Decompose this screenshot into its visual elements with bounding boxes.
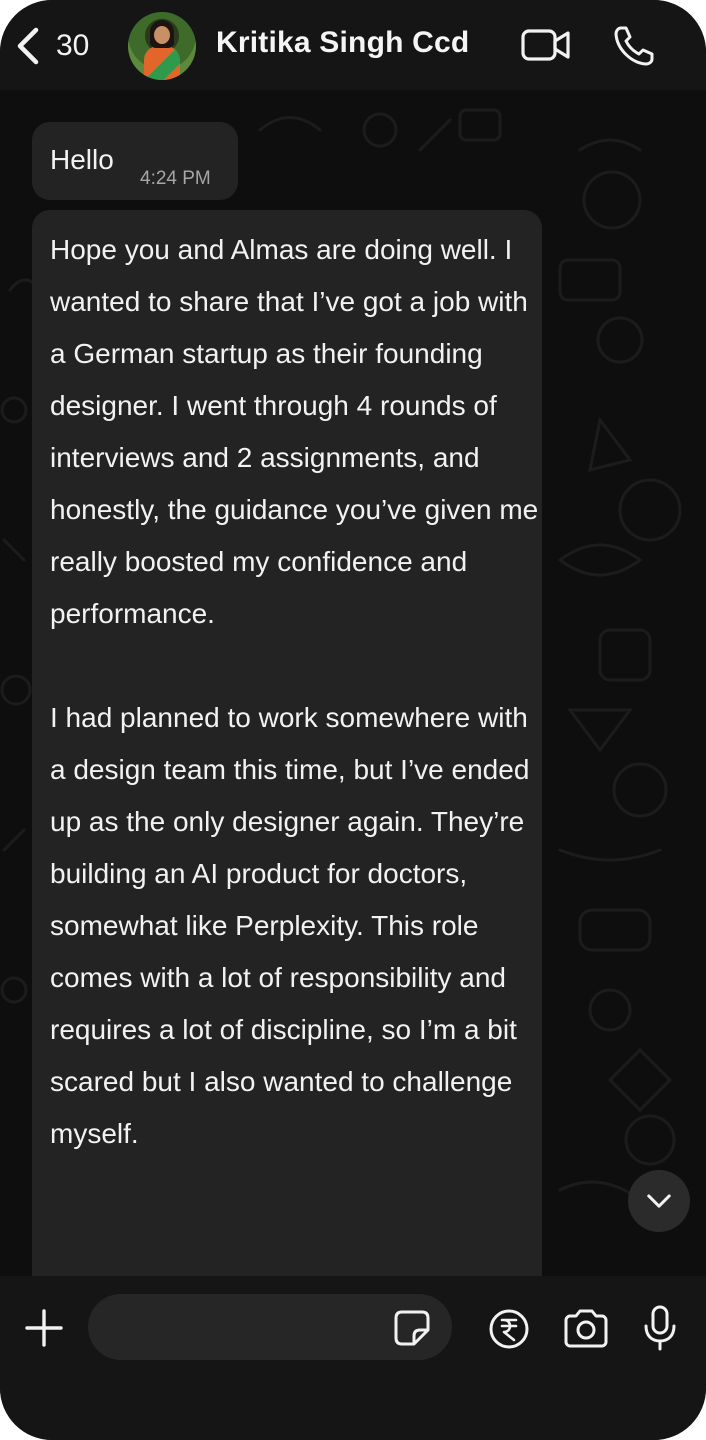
scroll-to-bottom-button[interactable] (628, 1170, 690, 1232)
back-button[interactable]: 30 (14, 22, 104, 70)
message-text: Hello (50, 144, 114, 175)
video-call-button[interactable] (520, 26, 572, 64)
unread-count: 30 (56, 29, 90, 62)
plus-icon (25, 1309, 63, 1347)
chevron-left-icon (17, 27, 39, 65)
sticker-button[interactable] (392, 1308, 432, 1348)
message-bubble[interactable]: Hello 4:24 PM (32, 122, 238, 200)
attach-button[interactable] (24, 1308, 64, 1348)
microphone-button[interactable] (640, 1304, 680, 1352)
chat-area[interactable]: Hello 4:24 PM Hope you and Almas are doi… (0, 90, 706, 1276)
payment-button[interactable] (488, 1308, 530, 1350)
chat-header: 30 Kritika Singh Ccd (0, 0, 706, 90)
contact-name[interactable]: Kritika Singh Ccd (216, 26, 469, 60)
message-bubble[interactable]: Hope you and Almas are doing well. I wan… (32, 210, 542, 1276)
camera-button[interactable] (562, 1308, 610, 1348)
voice-call-button[interactable] (612, 24, 656, 68)
microphone-icon (644, 1305, 676, 1351)
phone-icon (614, 26, 654, 66)
phone-screen: 30 Kritika Singh Ccd Hello 4:24 PM Hope … (0, 0, 706, 1440)
message-time: 4:24 PM (140, 168, 211, 189)
rupee-icon (489, 1309, 529, 1349)
sticker-icon (394, 1310, 430, 1346)
video-camera-icon (521, 29, 570, 61)
chevron-down-icon (647, 1193, 671, 1208)
camera-icon (564, 1309, 608, 1348)
avatar[interactable] (128, 12, 196, 80)
composer-bar (0, 1276, 706, 1440)
message-text: Hope you and Almas are doing well. I wan… (50, 234, 539, 1149)
